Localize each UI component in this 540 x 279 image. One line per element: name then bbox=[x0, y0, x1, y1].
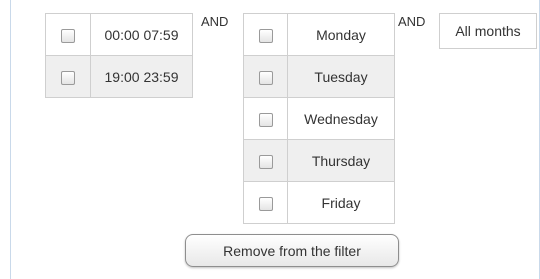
weekday-label: Tuesday bbox=[287, 55, 395, 98]
and-label: AND bbox=[201, 14, 229, 29]
weekday-row: Monday bbox=[243, 13, 395, 56]
weekday-checkbox-cell bbox=[243, 139, 288, 182]
weekday-checkbox[interactable] bbox=[258, 28, 273, 43]
weekday-checkbox-cell bbox=[243, 97, 288, 140]
weekday-label: Wednesday bbox=[287, 97, 395, 140]
weekday-checkbox[interactable] bbox=[258, 154, 273, 169]
weekday-label: Monday bbox=[287, 13, 395, 56]
weekday-label: Thursday bbox=[287, 139, 395, 182]
time-range-checkbox[interactable] bbox=[61, 28, 75, 43]
weekday-row: Wednesday bbox=[243, 97, 395, 140]
weekday-row: Friday bbox=[243, 181, 395, 224]
and-label: AND bbox=[398, 14, 426, 29]
time-range-label: 19:00 23:59 bbox=[90, 55, 193, 98]
months-selector[interactable]: All months bbox=[439, 13, 537, 49]
weekday-checkbox-cell bbox=[243, 13, 288, 56]
weekday-checkbox[interactable] bbox=[258, 70, 273, 85]
weekday-checkbox-cell bbox=[243, 55, 288, 98]
filter-panel: 00:00 07:59 19:00 23:59 AND Monday Tuesd… bbox=[10, 0, 540, 279]
time-range-checkbox-cell bbox=[45, 55, 91, 98]
time-range-row: 19:00 23:59 bbox=[45, 55, 193, 98]
weekday-row: Thursday bbox=[243, 139, 395, 182]
time-range-label: 00:00 07:59 bbox=[90, 13, 193, 56]
weekday-label: Friday bbox=[287, 181, 395, 224]
time-range-table: 00:00 07:59 19:00 23:59 bbox=[45, 13, 193, 98]
time-range-checkbox[interactable] bbox=[61, 70, 75, 85]
weekday-table: Monday Tuesday Wednesday Thursday Friday bbox=[243, 13, 395, 224]
time-range-row: 00:00 07:59 bbox=[45, 13, 193, 56]
time-range-checkbox-cell bbox=[45, 13, 91, 56]
weekday-checkbox-cell bbox=[243, 181, 288, 224]
weekday-checkbox[interactable] bbox=[258, 196, 273, 211]
weekday-checkbox[interactable] bbox=[258, 112, 273, 127]
remove-from-filter-button[interactable]: Remove from the filter bbox=[185, 234, 399, 267]
weekday-row: Tuesday bbox=[243, 55, 395, 98]
